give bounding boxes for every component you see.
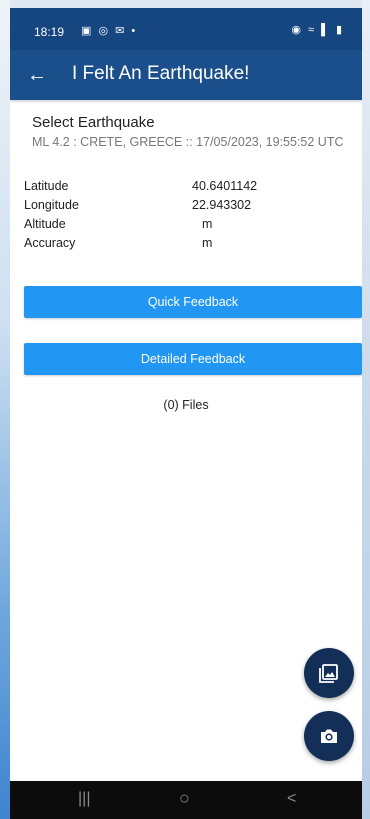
files-count: (0) Files [163,398,209,412]
longitude-label: Longitude [24,198,79,212]
detailed-feedback-button[interactable]: Detailed Feedback [24,343,362,375]
phone-screen: 18:19 ▣ ◎ ✉ • ◉ ≈ ▌ ▮ ← I Felt An Earthq… [10,8,362,819]
longitude-value: 22.943302 [192,198,252,212]
camera-fab-button[interactable] [304,711,354,761]
home-button[interactable]: ○ [179,788,190,809]
page-title: I Felt An Earthquake! [72,63,250,84]
system-navigation-bar: ||| ○ < [10,781,362,819]
status-bar: 18:19 ▣ ◎ ✉ • ◉ ≈ ▌ ▮ [10,8,362,50]
status-time: 18:19 [34,25,65,39]
select-earthquake-label[interactable]: Select Earthquake [32,114,155,131]
image-icon [319,664,338,683]
notification-icons: ▣ ◎ ✉ • [81,25,138,37]
right-edge-glow [362,0,370,819]
quick-feedback-button[interactable]: Quick Feedback [24,286,362,318]
altitude-value: m [202,217,213,231]
left-edge-glow [0,0,10,819]
gallery-fab-button[interactable] [304,648,354,698]
recents-button[interactable]: ||| [78,790,90,808]
latitude-label: Latitude [24,179,69,193]
back-arrow-icon[interactable]: ← [24,62,50,88]
selected-earthquake[interactable]: ML 4.2 : CRETE, GREECE :: 17/05/2023, 19… [32,133,352,151]
camera-icon [321,729,337,743]
accuracy-value: m [202,236,213,250]
app-bar: ← I Felt An Earthquake! [10,50,362,100]
altitude-label: Altitude [24,217,66,231]
latitude-value: 40.6401142 [192,179,258,193]
system-status-icons: ◉ ≈ ▌ ▮ [291,24,344,36]
system-back-button[interactable]: < [287,790,296,808]
accuracy-label: Accuracy [24,236,76,250]
